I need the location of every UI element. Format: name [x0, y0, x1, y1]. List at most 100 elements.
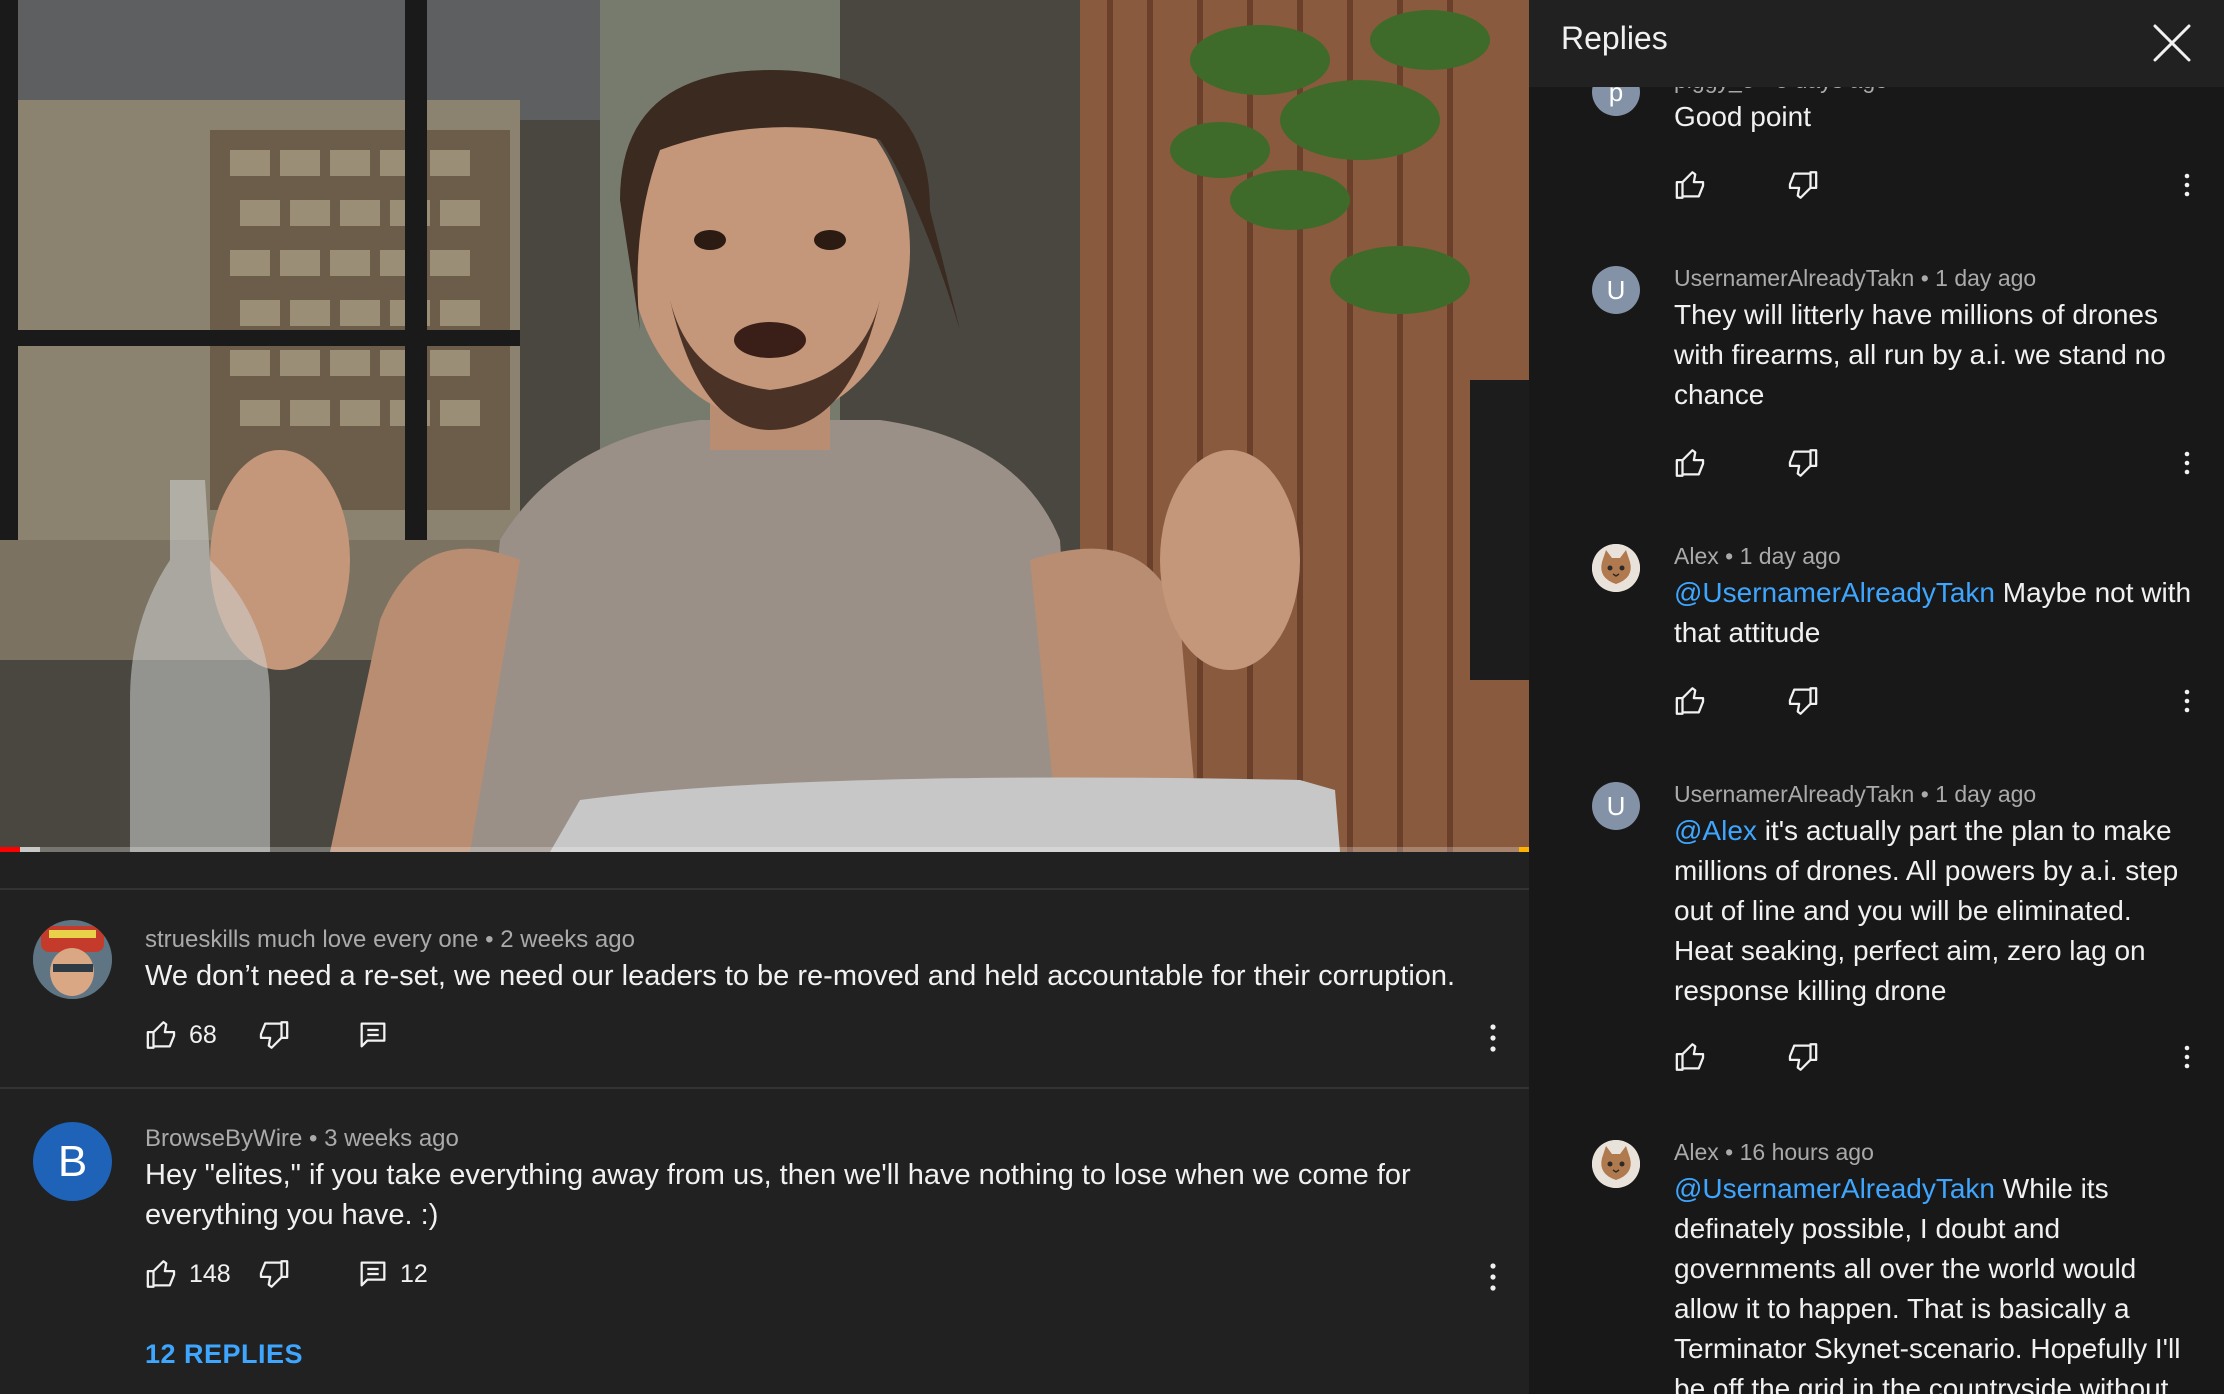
- dislike-button[interactable]: [1785, 684, 1819, 718]
- close-icon: [2153, 24, 2191, 62]
- dislike-button[interactable]: [1785, 1040, 1819, 1074]
- like-button[interactable]: 68: [145, 1018, 217, 1052]
- reply-more-button[interactable]: [2179, 170, 2195, 200]
- reply-time: 1 day ago: [1739, 543, 1841, 569]
- more-vert-icon: [2184, 173, 2190, 197]
- comment-item: strueskills much love every one • 2 week…: [0, 890, 1529, 1052]
- cat-avatar-image: [1592, 1140, 1640, 1188]
- avatar-letter: U: [1606, 274, 1626, 305]
- thumbs-down-icon: [1788, 171, 1818, 199]
- reply-text: They will litterly have millions of dron…: [1674, 299, 2166, 410]
- thumbs-down-icon: [1788, 449, 1818, 477]
- reply-time: 1 day ago: [1935, 265, 2037, 291]
- thumbs-down-icon: [259, 1260, 289, 1288]
- dislike-button[interactable]: [1785, 168, 1819, 202]
- avatar-letter: B: [57, 1136, 88, 1186]
- thumbs-down-icon: [259, 1021, 289, 1049]
- reply-item: U UsernamerAlreadyTakn • 1 day ago @Alex…: [1529, 778, 2224, 1108]
- reply-button[interactable]: 12: [356, 1257, 428, 1291]
- dislike-button[interactable]: [256, 1257, 290, 1291]
- reply-body: While its definately possible, I doubt a…: [1674, 1173, 2181, 1394]
- reply-button[interactable]: [356, 1018, 400, 1052]
- reply-author[interactable]: UsernamerAlreadyTakn: [1674, 265, 1914, 291]
- reply-author[interactable]: Alex: [1674, 543, 1719, 569]
- video-frame: [0, 0, 1529, 852]
- avatar[interactable]: [1592, 544, 1640, 592]
- avatar[interactable]: [33, 920, 112, 999]
- like-button[interactable]: [1674, 168, 1708, 202]
- dislike-button[interactable]: [256, 1018, 290, 1052]
- avatar[interactable]: U: [1592, 782, 1640, 830]
- like-button[interactable]: [1674, 446, 1708, 480]
- view-replies-link[interactable]: 12 REPLIES: [145, 1339, 303, 1370]
- meta-separator: •: [1725, 1139, 1740, 1165]
- like-button[interactable]: 148: [145, 1257, 231, 1291]
- reply-author[interactable]: Alex: [1674, 1139, 1719, 1165]
- comment-meta: strueskills much love every one • 2 week…: [145, 926, 635, 954]
- reply-text: Good point: [1674, 101, 1811, 132]
- more-vert-icon: [2184, 451, 2190, 475]
- reply-more-button[interactable]: [2179, 448, 2195, 478]
- avatar-letter: U: [1606, 790, 1626, 821]
- cat-avatar-image: [1592, 544, 1640, 592]
- reply-item: Alex • 1 day ago @UsernamerAlreadyTakn M…: [1529, 540, 2224, 740]
- thumbs-up-icon: [146, 1021, 176, 1049]
- meta-separator: •: [1920, 781, 1936, 807]
- comment-icon: [360, 1261, 386, 1287]
- thumbs-up-icon: [1675, 687, 1705, 715]
- close-button[interactable]: [2147, 18, 2197, 68]
- reply-text: @Alex it's actually part the plan to mak…: [1674, 811, 2194, 1011]
- replies-panel: Replies p piggy_3 • 3 days ago Good poin…: [1529, 0, 2224, 1394]
- thumbs-up-icon: [1675, 171, 1705, 199]
- comment-author[interactable]: strueskills much love every one: [145, 926, 478, 953]
- comment-more-button[interactable]: [1483, 1020, 1503, 1056]
- panel-header: Replies: [1529, 0, 2224, 87]
- reply-meta: UsernamerAlreadyTakn • 1 day ago: [1674, 265, 2036, 292]
- reply-meta: Alex • 1 day ago: [1674, 543, 1841, 570]
- comment-more-button[interactable]: [1483, 1259, 1503, 1295]
- reply-more-button[interactable]: [2179, 1042, 2195, 1072]
- avatar[interactable]: [1592, 1140, 1640, 1188]
- meta-separator: •: [485, 926, 501, 953]
- comment-time: 3 weeks ago: [324, 1125, 459, 1152]
- comment-meta: BrowseByWire • 3 weeks ago: [145, 1125, 459, 1153]
- panel-title: Replies: [1561, 20, 1668, 56]
- comment-item: B BrowseByWire • 3 weeks ago Hey "elites…: [0, 1089, 1529, 1394]
- mention-link[interactable]: @UsernamerAlreadyTakn: [1674, 1173, 1995, 1204]
- reply-meta: Alex • 16 hours ago: [1674, 1139, 1874, 1166]
- thumbs-down-icon: [1788, 687, 1818, 715]
- more-vert-icon: [2184, 1045, 2190, 1069]
- dislike-button[interactable]: [1785, 446, 1819, 480]
- meta-separator: •: [1725, 543, 1740, 569]
- like-count: 68: [189, 1020, 217, 1049]
- reply-more-button[interactable]: [2179, 686, 2195, 716]
- mention-link[interactable]: @UsernamerAlreadyTakn: [1674, 577, 1995, 608]
- reply-time: 1 day ago: [1935, 781, 2037, 807]
- like-button[interactable]: [1674, 1040, 1708, 1074]
- more-vert-icon: [1490, 1024, 1496, 1052]
- more-vert-icon: [2184, 689, 2190, 713]
- app-root: strueskills much love every one • 2 week…: [0, 0, 2224, 1394]
- reply-meta: UsernamerAlreadyTakn • 1 day ago: [1674, 781, 2036, 808]
- video-player[interactable]: [0, 0, 1529, 852]
- meta-separator: •: [1920, 265, 1936, 291]
- thumbs-down-icon: [1788, 1043, 1818, 1071]
- comment-time: 2 weeks ago: [500, 926, 635, 953]
- comment-icon: [360, 1022, 386, 1048]
- comment-author[interactable]: BrowseByWire: [145, 1125, 302, 1152]
- comment-text: We don’t need a re-set, we need our lead…: [145, 960, 1456, 992]
- avatar[interactable]: B: [33, 1122, 112, 1201]
- avatar[interactable]: U: [1592, 266, 1640, 314]
- thumbs-up-icon: [146, 1260, 176, 1288]
- comment-text: Hey "elites," if you take everything awa…: [145, 1159, 1411, 1231]
- thumbs-up-icon: [1675, 449, 1705, 477]
- thumbs-up-icon: [1675, 1043, 1705, 1071]
- meta-separator: •: [309, 1125, 325, 1152]
- like-button[interactable]: [1674, 684, 1708, 718]
- like-count: 148: [189, 1259, 231, 1288]
- avatar-image: [33, 920, 112, 999]
- reply-author[interactable]: UsernamerAlreadyTakn: [1674, 781, 1914, 807]
- reply-text: @UsernamerAlreadyTakn While its definate…: [1674, 1169, 2194, 1394]
- reply-item: U UsernamerAlreadyTakn • 1 day ago They …: [1529, 262, 2224, 502]
- mention-link[interactable]: @Alex: [1674, 815, 1757, 846]
